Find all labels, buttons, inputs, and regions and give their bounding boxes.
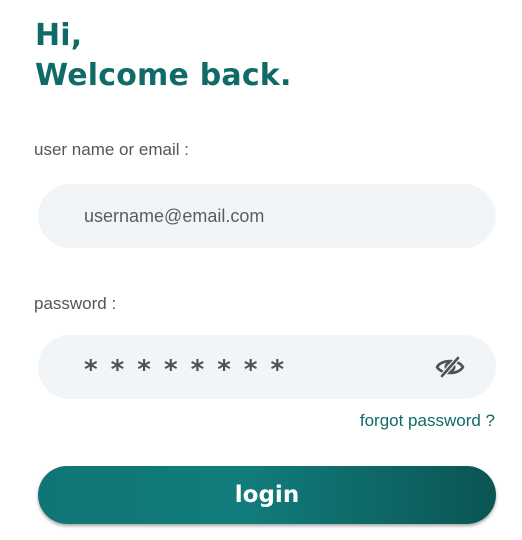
eye-slash-icon[interactable]	[434, 355, 466, 379]
greeting-line-welcome: Welcome back.	[35, 58, 292, 93]
username-input[interactable]	[38, 184, 496, 248]
password-masked-value[interactable]: * * * * * * * *	[84, 355, 286, 385]
password-label: password :	[34, 294, 117, 313]
login-button[interactable]: login	[38, 466, 496, 524]
password-field[interactable]: * * * * * * * *	[38, 335, 496, 399]
greeting-heading: Hi, Welcome back.	[35, 16, 292, 96]
username-field[interactable]	[38, 184, 496, 248]
username-label: user name or email :	[34, 140, 189, 159]
greeting-line-hi: Hi,	[35, 18, 83, 53]
forgot-password-link[interactable]: forgot password ?	[360, 411, 495, 431]
